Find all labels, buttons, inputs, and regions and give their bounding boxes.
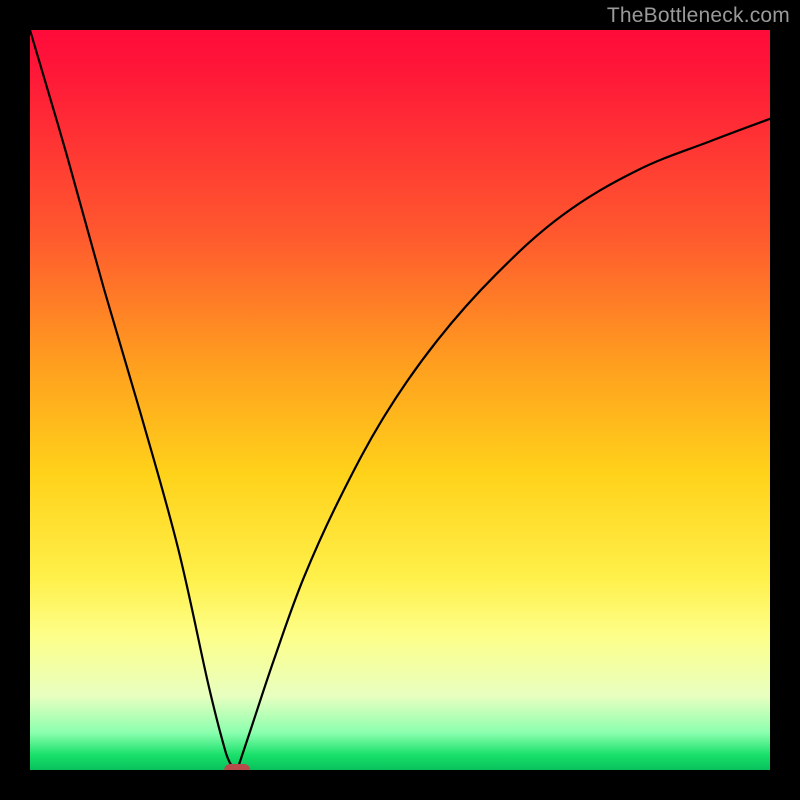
curve-left-branch	[30, 30, 237, 770]
chart-frame: TheBottleneck.com	[0, 0, 800, 800]
minimum-marker	[224, 764, 250, 770]
plot-area	[30, 30, 770, 770]
curve-right-branch	[237, 119, 770, 770]
curve-layer	[30, 30, 770, 770]
watermark-text: TheBottleneck.com	[607, 4, 790, 28]
